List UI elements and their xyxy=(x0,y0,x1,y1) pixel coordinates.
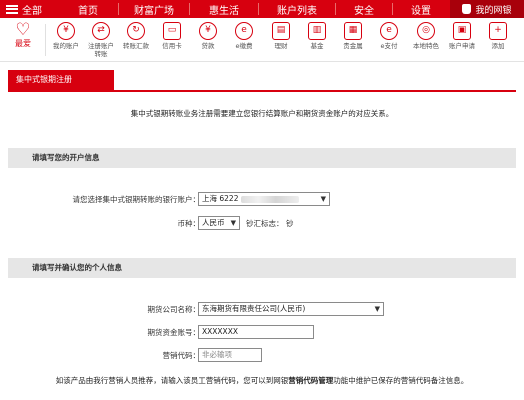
epay-icon: e xyxy=(380,22,398,40)
shortcut-label: 添加 xyxy=(491,42,505,50)
credit-card-icon: ▭ xyxy=(163,22,181,40)
shortcut-label: 理财 xyxy=(274,42,288,50)
currency-label: 币种： xyxy=(177,219,201,228)
shortcut-loan[interactable]: ¥ 贷款 xyxy=(188,22,228,50)
shortcut-fund[interactable]: ▥ 基金 xyxy=(297,22,337,50)
bank-account-row: 请您选择集中式银期转账的银行账户： 上海 6222 ▼ xyxy=(8,192,516,208)
shortcut-label: e缴费 xyxy=(235,42,253,50)
chevron-down-icon: ▼ xyxy=(230,219,236,227)
my-ebank-label: 我的网银 xyxy=(475,5,512,16)
wealth-icon: ▤ xyxy=(272,22,290,40)
nav-security[interactable]: 安全 xyxy=(336,2,392,17)
futures-account-label: 期货资金账号： xyxy=(147,328,201,337)
nav-account-list[interactable]: 账户列表 xyxy=(259,2,335,17)
fund-chart-icon: ▥ xyxy=(308,22,326,40)
page-tab-strip: 集中式银期注册 xyxy=(8,70,516,92)
chevron-down-icon: ▼ xyxy=(320,195,326,203)
favorites-button[interactable]: ♡ 最爱 xyxy=(3,22,43,48)
shortcut-register-transfer[interactable]: ⇄ 注册账户 转账 xyxy=(81,22,121,58)
tab-futures-registration[interactable]: 集中式银期注册 xyxy=(8,70,114,90)
nav-settings[interactable]: 设置 xyxy=(393,2,449,17)
cash-flag-value: 钞 xyxy=(286,219,294,228)
section-personal-info-header: 请填写并确认您的个人信息 xyxy=(8,258,516,278)
shortcut-label: 贵金属 xyxy=(343,42,363,50)
shortcut-label: 账户申请 xyxy=(449,42,475,50)
heart-icon: ♡ xyxy=(15,20,31,40)
marketing-code-manage-link[interactable]: 营销代码管理 xyxy=(288,376,333,385)
nav-life[interactable]: 惠生活 xyxy=(190,2,258,17)
bank-account-value: 上海 6222 xyxy=(202,194,239,203)
hamburger-icon xyxy=(6,4,18,14)
shortcut-add[interactable]: + 添加 xyxy=(478,22,518,50)
futures-account-row: 期货资金账号： XXXXXXX xyxy=(8,325,516,341)
section-account-info-header: 请填写您的开户信息 xyxy=(8,148,516,168)
company-label: 期货公司名称： xyxy=(147,305,201,314)
shortcut-label: 贷款 xyxy=(201,42,215,50)
company-value: 东海期货有限责任公司(人民币) xyxy=(202,304,306,313)
futures-account-input[interactable]: XXXXXXX xyxy=(198,325,314,339)
favorites-label: 最爱 xyxy=(15,39,31,48)
cash-flag-label: 钞汇标志： xyxy=(246,219,284,228)
shortcut-account-apply[interactable]: ▣ 账户申请 xyxy=(442,22,482,50)
note-text-start: 如该产品由我行营销人员推荐，请输入该员工营销代码，您可以到网银 xyxy=(55,376,289,385)
shortcut-local[interactable]: ◎ 本地特色 xyxy=(406,22,446,50)
marketing-code-row: 营销代码： 非必输项 xyxy=(8,348,516,364)
intro-text: 集中式银期转账业务注册需要建立您银行结算账户和期货资金账户的对应关系。 xyxy=(130,109,394,118)
yen-circle-icon: ¥ xyxy=(57,22,75,40)
shortcut-my-account[interactable]: ¥ 我的账户 xyxy=(46,22,86,50)
currency-value: 人民币 xyxy=(202,218,225,227)
shortcut-remit[interactable]: ↻ 转账汇款 xyxy=(116,22,156,50)
shortcut-label: 本地特色 xyxy=(413,42,439,50)
shortcut-epay[interactable]: e e支付 xyxy=(369,22,409,50)
company-row: 期货公司名称： 东海期货有限责任公司(人民币) ▼ xyxy=(8,302,516,318)
shortcut-label: 注册账户 转账 xyxy=(88,42,114,58)
currency-row: 币种： 人民币 ▼ 钞汇标志： 钞 xyxy=(8,216,516,232)
shortcut-bar: ♡ 最爱 ¥ 我的账户 ⇄ 注册账户 转账 ↻ 转账汇款 ▭ 信用卡 ¥ 贷款 … xyxy=(0,18,524,62)
bank-account-select[interactable]: 上海 6222 ▼ xyxy=(198,192,330,206)
top-nav: 全部 首页 财富广场 惠生活 账户列表 安全 设置 我的网银 xyxy=(0,0,524,18)
nav-home[interactable]: 首页 xyxy=(58,2,118,17)
shortcut-label: e支付 xyxy=(380,42,398,50)
shortcut-label: 转账汇款 xyxy=(123,42,149,50)
shortcut-wealth[interactable]: ▤ 理财 xyxy=(261,22,301,50)
marketing-code-label: 营销代码： xyxy=(162,351,201,360)
marketing-code-note: 如该产品由我行营销人员推荐，请输入该员工营销代码，您可以到网银营销代码管理功能中… xyxy=(8,375,516,386)
remit-icon: ↻ xyxy=(127,22,145,40)
loan-icon: ¥ xyxy=(199,22,217,40)
shortcut-epayment[interactable]: e e缴费 xyxy=(224,22,264,50)
shortcut-precious-metal[interactable]: ▦ 贵金属 xyxy=(333,22,373,50)
local-icon: ◎ xyxy=(417,22,435,40)
bag-icon xyxy=(462,4,472,14)
all-menu-label: 全部 xyxy=(22,5,42,17)
masked-account-number xyxy=(241,195,300,203)
transfer-icon: ⇄ xyxy=(92,22,110,40)
my-ebank-button[interactable]: 我的网银 xyxy=(450,0,524,18)
all-menu-button[interactable]: 全部 xyxy=(0,2,58,17)
gold-bar-icon: ▦ xyxy=(344,22,362,40)
payment-icon: e xyxy=(235,22,253,40)
shortcut-credit-card[interactable]: ▭ 信用卡 xyxy=(152,22,192,50)
note-text-end: 功能中维护已保存的营销代码备注信息。 xyxy=(333,376,469,385)
bank-account-label: 请您选择集中式银期转账的银行账户： xyxy=(72,195,201,204)
shortcut-label: 我的账户 xyxy=(53,42,79,50)
apply-icon: ▣ xyxy=(453,22,471,40)
futures-company-select[interactable]: 东海期货有限责任公司(人民币) ▼ xyxy=(198,302,384,316)
chevron-down-icon: ▼ xyxy=(374,305,380,313)
marketing-code-input[interactable]: 非必输项 xyxy=(198,348,262,362)
currency-select[interactable]: 人民币 ▼ xyxy=(198,216,240,230)
nav-wealth-plaza[interactable]: 财富广场 xyxy=(119,2,189,17)
plus-icon: + xyxy=(489,22,507,40)
shortcut-label: 基金 xyxy=(310,42,324,50)
shortcut-label: 信用卡 xyxy=(162,42,182,50)
